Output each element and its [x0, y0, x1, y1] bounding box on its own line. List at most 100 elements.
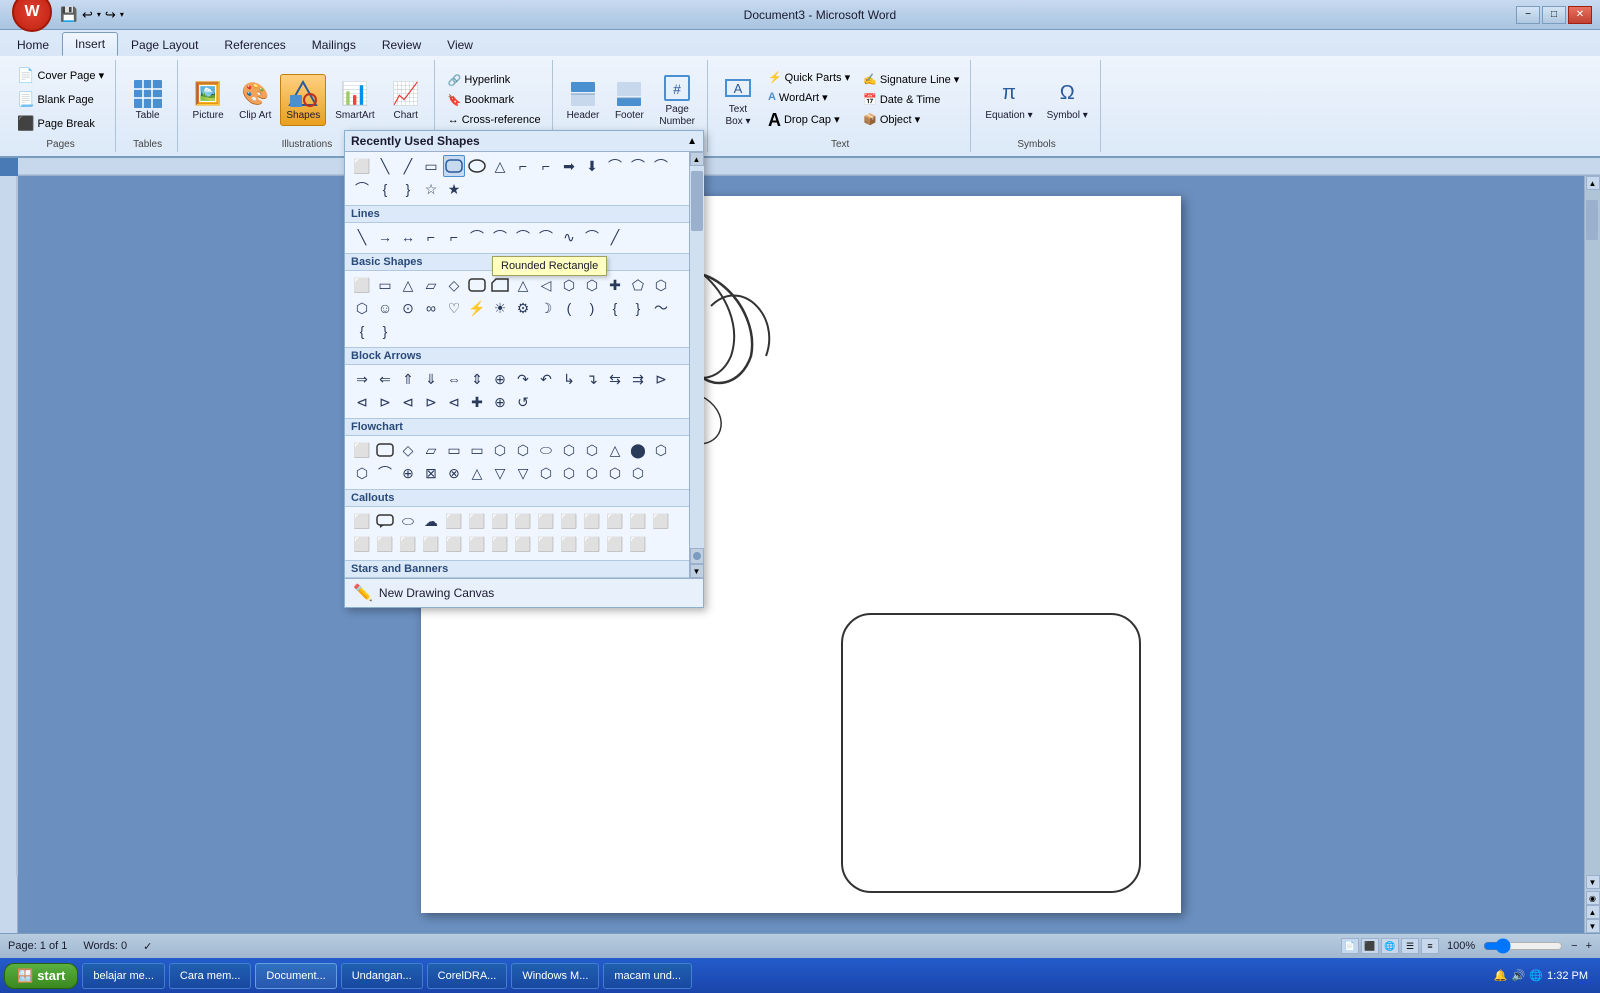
fc-extract[interactable]: ▽: [489, 462, 511, 484]
quick-redo-icon[interactable]: ↪: [105, 7, 116, 23]
bs-trapezoid[interactable]: △: [397, 274, 419, 296]
shape-callout2[interactable]: ⌒: [627, 155, 649, 177]
fc-sequential[interactable]: ⬡: [581, 462, 603, 484]
taskbar-item-cara[interactable]: Cara mem...: [169, 963, 252, 989]
ba-curved-r[interactable]: ↷: [512, 368, 534, 390]
ba-pentagon-l[interactable]: ⊲: [397, 391, 419, 413]
doc-scroll-area[interactable]: [18, 176, 1584, 933]
fc-or[interactable]: ⊠: [420, 462, 442, 484]
shape-down-arrow[interactable]: ⬇: [581, 155, 603, 177]
bs-rounded-rect[interactable]: [466, 274, 488, 296]
print-layout-view[interactable]: 📄: [1341, 938, 1359, 954]
co-accent6[interactable]: ⬜: [374, 533, 396, 555]
tab-home[interactable]: Home: [4, 33, 62, 56]
tab-mailings[interactable]: Mailings: [299, 33, 369, 56]
fc-predefined[interactable]: ▭: [443, 439, 465, 461]
fc-connector[interactable]: ⬤: [627, 439, 649, 461]
co-accent8[interactable]: ⬜: [420, 533, 442, 555]
proofing-icon[interactable]: ✓: [143, 940, 152, 953]
bs-cube[interactable]: ⬡: [650, 274, 672, 296]
co-r3[interactable]: ⬜: [489, 533, 511, 555]
ba-4arrow[interactable]: ✚: [466, 391, 488, 413]
bs-rect2[interactable]: ▭: [374, 274, 396, 296]
date-time-button[interactable]: 📅 Date & Time: [858, 90, 964, 109]
bs-pentagon[interactable]: ⬠: [627, 274, 649, 296]
co-bent[interactable]: ⬜: [489, 510, 511, 532]
taskbar-item-document[interactable]: Document...: [255, 963, 336, 989]
taskbar-item-belajar[interactable]: belajar me...: [82, 963, 165, 989]
shape-rect[interactable]: ▭: [420, 155, 442, 177]
co-r2[interactable]: ⬜: [466, 533, 488, 555]
fc-sort[interactable]: △: [466, 462, 488, 484]
line-freeform2[interactable]: ╱: [604, 226, 626, 248]
bs-brace-r[interactable]: }: [627, 297, 649, 319]
zoom-slider[interactable]: [1483, 938, 1563, 954]
bs-cross[interactable]: ✚: [604, 274, 626, 296]
ba-lr[interactable]: ⇔: [443, 368, 465, 390]
bs-diamond[interactable]: ◇: [443, 274, 465, 296]
shape-star4[interactable]: ☆: [420, 178, 442, 200]
fc-magnetic-disk[interactable]: ⬡: [604, 462, 626, 484]
bs-bracket-l[interactable]: (: [558, 297, 580, 319]
shape-curve[interactable]: ⌒: [650, 155, 672, 177]
ba-pentagon-r[interactable]: ⊳: [374, 391, 396, 413]
cover-page-button[interactable]: 📄 Cover Page ▾: [12, 64, 109, 87]
bs-dbrace-l[interactable]: {: [351, 320, 373, 342]
shape-brace-open[interactable]: {: [374, 178, 396, 200]
shape-brace-close[interactable]: }: [397, 178, 419, 200]
bs-snip-rect[interactable]: [489, 274, 511, 296]
fc-alt-process[interactable]: [374, 439, 396, 461]
ba-strip-r[interactable]: ⇉: [627, 368, 649, 390]
ba-chevron-r[interactable]: ⊳: [650, 368, 672, 390]
bs-donut[interactable]: ⊙: [397, 297, 419, 319]
fc-terminator[interactable]: ⬭: [535, 439, 557, 461]
quick-undo-dropdown[interactable]: ▾: [97, 10, 101, 19]
bs-noentry[interactable]: ∞: [420, 297, 442, 319]
taskbar-item-macam[interactable]: macam und...: [603, 963, 692, 989]
bs-triangle[interactable]: △: [512, 274, 534, 296]
ba-4arrow2[interactable]: ⊕: [489, 391, 511, 413]
dropdown-scroll-indicator[interactable]: [690, 548, 704, 564]
text-box-button[interactable]: A TextBox ▾: [716, 68, 760, 132]
co-r1[interactable]: ⬜: [443, 533, 465, 555]
co-bent2[interactable]: ⬜: [512, 510, 534, 532]
header-button[interactable]: Header: [561, 74, 606, 126]
dropdown-scroll-up[interactable]: ▲: [690, 152, 704, 166]
bs-smiley[interactable]: ☺: [374, 297, 396, 319]
smartart-button[interactable]: 📊 SmartArt: [329, 74, 380, 126]
co-r6[interactable]: ⬜: [558, 533, 580, 555]
chart-button[interactable]: 📈 Chart: [384, 74, 428, 126]
co-r4[interactable]: ⬜: [512, 533, 534, 555]
fc-merge[interactable]: ▽: [512, 462, 534, 484]
co-cloud[interactable]: ☁: [420, 510, 442, 532]
minimize-button[interactable]: −: [1516, 6, 1540, 24]
fc-collate[interactable]: ⊗: [443, 462, 465, 484]
co-bent3[interactable]: ⬜: [535, 510, 557, 532]
maximize-button[interactable]: □: [1542, 6, 1566, 24]
wordart-button[interactable]: A WordArt ▾: [763, 88, 855, 107]
bookmark-button[interactable]: 🔖 Bookmark: [443, 91, 546, 110]
quick-undo-icon[interactable]: ↩: [82, 7, 93, 23]
ba-left[interactable]: ⇐: [374, 368, 396, 390]
prev-page-button[interactable]: ▲: [1586, 905, 1600, 919]
co-r9[interactable]: ⬜: [627, 533, 649, 555]
bs-dbrace-r[interactable]: }: [374, 320, 396, 342]
tab-references[interactable]: References: [211, 33, 298, 56]
shape-triangle[interactable]: △: [489, 155, 511, 177]
fc-card[interactable]: ⬡: [351, 462, 373, 484]
ba-quad[interactable]: ⊕: [489, 368, 511, 390]
fc-sumjunction[interactable]: ⊕: [397, 462, 419, 484]
bs-parallelogram[interactable]: ▱: [420, 274, 442, 296]
fc-document[interactable]: ⬡: [489, 439, 511, 461]
co-bent4[interactable]: ⬜: [558, 510, 580, 532]
close-button[interactable]: ✕: [1568, 6, 1592, 24]
fc-process[interactable]: ⬜: [351, 439, 373, 461]
shape-bent-arrow[interactable]: ⌐: [535, 155, 557, 177]
shape-doc[interactable]: ⬜: [351, 155, 373, 177]
taskbar-item-undangan[interactable]: Undangan...: [341, 963, 423, 989]
line-double-arrow[interactable]: ↔: [397, 226, 419, 248]
co-line2[interactable]: ⬜: [466, 510, 488, 532]
draft-view[interactable]: ≡: [1421, 938, 1439, 954]
new-drawing-canvas-button[interactable]: ✏️ New Drawing Canvas: [345, 578, 703, 607]
bs-lightning[interactable]: ⚡: [466, 297, 488, 319]
